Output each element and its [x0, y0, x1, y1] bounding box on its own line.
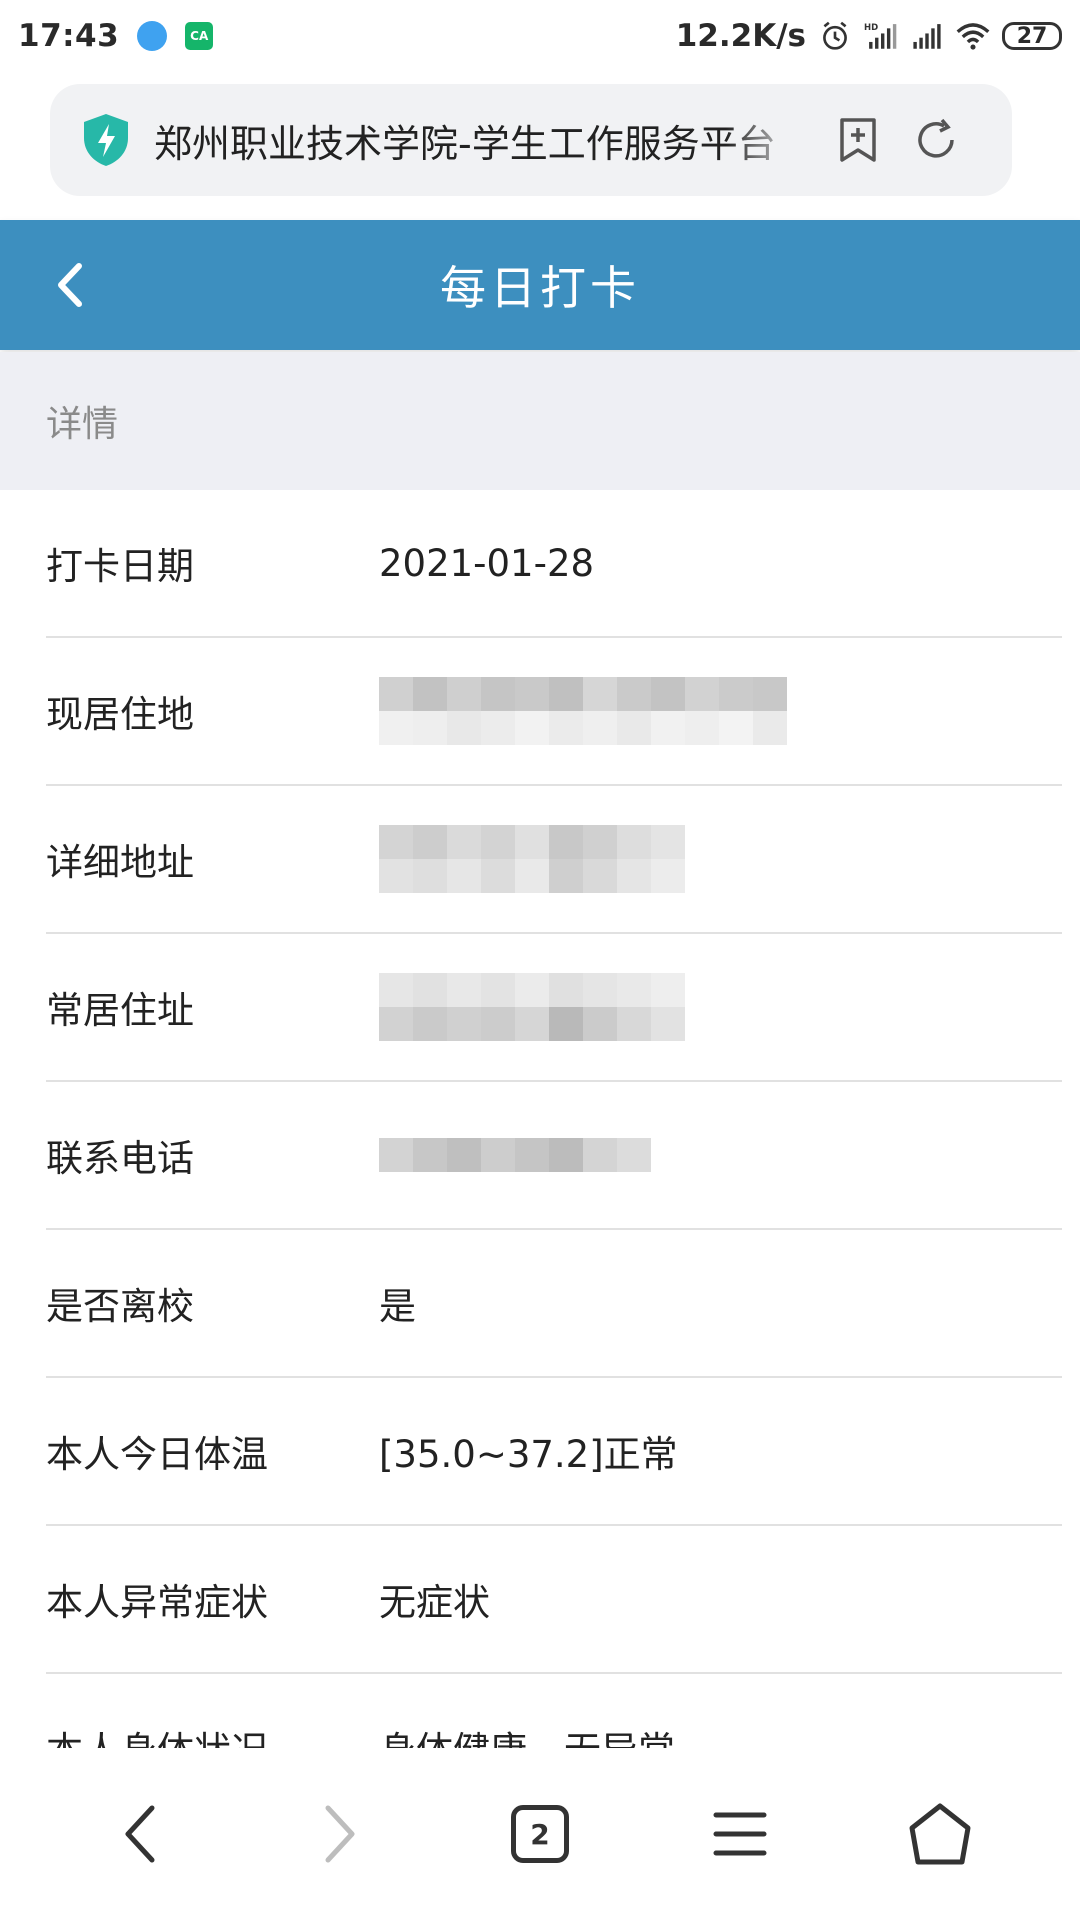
row-label: 详细地址 [46, 841, 194, 884]
redacted-value [379, 677, 787, 745]
row-label: 本人异常症状 [46, 1581, 268, 1624]
row-abnormal-symptoms: 本人异常症状 无症状 [46, 1526, 1062, 1674]
browser-address-bar[interactable]: 郑州职业技术学院-学生工作服务平台 [50, 84, 1012, 196]
row-detailed-address: 详细地址 [46, 786, 1062, 934]
arrow-left-icon [125, 1805, 155, 1863]
row-body-temperature: 本人今日体温 [35.0~37.2]正常 [46, 1378, 1062, 1526]
detail-list: 打卡日期 2021-01-28 现居住地 详细地址 常居住址 联系电话 是否离校… [0, 490, 1080, 1822]
browser-bottom-nav: 2 [0, 1748, 1080, 1920]
section-heading: 详情 [0, 352, 1080, 490]
reload-button[interactable] [912, 116, 960, 164]
home-icon [909, 1803, 971, 1865]
row-value: 无症状 [379, 1581, 490, 1624]
hd-label: HD [864, 23, 878, 33]
redacted-value [379, 825, 685, 893]
page-header: 每日打卡 [0, 220, 1080, 350]
reload-icon [918, 118, 954, 158]
battery-indicator: 27 [1002, 22, 1062, 50]
shield-icon [84, 114, 128, 166]
url-title[interactable]: 郑州职业技术学院-学生工作服务平台 [154, 113, 804, 168]
back-button[interactable] [40, 256, 98, 314]
nav-forward-button[interactable] [285, 1779, 395, 1889]
arrow-right-icon [325, 1805, 355, 1863]
page: 17:43 CA 12.2K/s HD 27 郑州职业技术学院-学生工作服务平台… [0, 0, 1080, 1920]
bird-app-icon [137, 21, 168, 51]
row-value: [35.0~37.2]正常 [379, 1433, 678, 1476]
row-current-residence: 现居住地 [46, 638, 1062, 786]
row-label: 本人今日体温 [46, 1433, 268, 1476]
row-label: 打卡日期 [46, 545, 194, 588]
tabs-count: 2 [511, 1805, 569, 1863]
bookmark-add-icon [840, 118, 876, 162]
row-value: 是 [379, 1285, 416, 1328]
menu-icon [713, 1812, 767, 1856]
network-speed: 12.2K/s [675, 18, 806, 54]
alarm-icon [823, 21, 847, 50]
row-contact-phone: 联系电话 [46, 1082, 1062, 1230]
signal-icon [913, 24, 941, 49]
page-title: 每日打卡 [440, 261, 640, 315]
chevron-left-icon [58, 263, 82, 307]
redacted-value [379, 1138, 651, 1172]
row-label: 联系电话 [46, 1137, 194, 1180]
row-permanent-address: 常居住址 [46, 934, 1062, 1082]
tabs-button[interactable]: 2 [485, 1779, 595, 1889]
add-bookmark-button[interactable] [834, 116, 882, 164]
redacted-value [379, 973, 685, 1041]
nav-back-button[interactable] [85, 1779, 195, 1889]
signal-hd-icon: HD [864, 23, 897, 49]
row-checkin-date: 打卡日期 2021-01-28 [46, 490, 1062, 638]
status-time: 17:43 [18, 18, 120, 54]
row-left-school: 是否离校 是 [46, 1230, 1062, 1378]
menu-button[interactable] [685, 1779, 795, 1889]
row-label: 现居住地 [46, 693, 194, 736]
status-bar: 17:43 CA 12.2K/s HD 27 [0, 0, 1080, 72]
row-label: 是否离校 [46, 1285, 194, 1328]
wifi-icon [956, 23, 990, 50]
row-label: 常居住址 [46, 989, 194, 1032]
home-button[interactable] [885, 1779, 995, 1889]
row-value: 2021-01-28 [379, 541, 595, 585]
ca-app-icon: CA [185, 22, 214, 50]
